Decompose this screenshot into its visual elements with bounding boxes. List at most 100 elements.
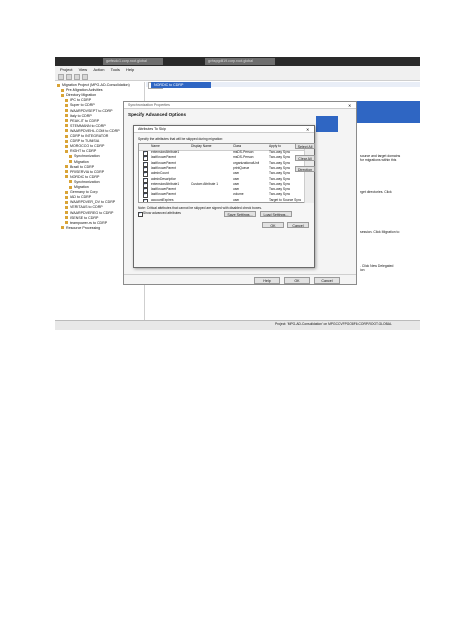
tree-item-label: Super to CDRP [70,103,95,108]
tree-item-label: Migration [74,185,89,189]
tree-item-label: WAARPDVSEPT to CDRP [70,108,113,113]
tree-item-label: IAD to CDRP [70,195,92,200]
pane-header: NORDIC to CDRP [151,82,211,88]
tree-item-label: WAARPDVEREG to CDRP [70,210,114,215]
dialog-title: Attributes To Skip [138,127,166,131]
table-row[interactable]: extensionAttribute1 msDS-Person Two-way Sy… [139,150,304,156]
tree-item-label: teampower-rs to CDRP [70,220,108,225]
column-header-apply-to[interactable]: Apply to [269,144,281,149]
cell-apply: Two-way Sync [269,187,291,192]
tree-item-label: PEAK-IT to CDRP [70,118,100,123]
direction-button[interactable]: Direction [295,166,315,172]
show-advanced-label: Show advanced attributes [143,211,181,215]
cell-apply: Two-way Sync [269,176,291,181]
cell-apply: Two-way Sync [269,192,291,197]
grid-scrollbar[interactable] [304,143,314,203]
cell-name: adminCount [151,171,169,176]
toolbar [55,73,420,81]
close-icon[interactable]: ✕ [306,126,309,133]
folder-icon [65,109,68,113]
table-row[interactable]: extensionAttribute1 Custom Attribute 1 use… [139,181,304,188]
close-icon[interactable]: ✕ [348,102,351,109]
folder-icon [65,98,68,102]
cell-cls: user [233,187,240,192]
cell-name: lastKnownParent [151,192,176,197]
cancel-button[interactable]: Cancel [287,222,309,228]
ok-button[interactable]: OK [262,222,284,228]
menu-action[interactable]: Action [93,66,104,73]
folder-icon [65,195,68,199]
column-header-class[interactable]: Class [233,144,241,149]
menu-project[interactable]: Project [60,66,72,73]
folder-icon [65,124,68,128]
session-tab-1[interactable]: gwfsvdc1.corp.root.global [103,58,163,65]
menu-view[interactable]: View [79,66,88,73]
dialog-titlebar: Attributes To Skip ✕ [134,126,314,133]
task-text: session. Click Migration to [360,230,400,234]
cell-name: lastKnownParent [151,165,176,170]
cell-apply: Two-way Sync [269,160,291,165]
table-row[interactable]: lastKnownParent user Two-way Sync [139,187,304,194]
tree-item[interactable]: Resource Processing [61,226,100,231]
table-row[interactable]: lastKnownParent volume Two-way Sync [139,192,304,199]
table-row[interactable]: adminDescription user Two-way Sync [139,176,304,183]
tree-item-label: Resource Processing [66,225,101,230]
cell-apply: Target to Source Sync [269,197,302,202]
cell-cls: user [233,171,240,176]
table-row[interactable]: lastKnownParent printQueue Two-way Sync [139,165,304,172]
tree-item-label: Pre-Migration Activities [66,88,103,93]
refresh-icon[interactable] [82,74,88,80]
task-text: ion [360,268,365,272]
table-row[interactable]: accountExpires user Target to Source Sync [139,197,304,202]
tree-item-label: WAARPDVEHL.COM to CDRP [70,128,120,133]
session-tab-2[interactable]: gvhspgdil19.corp.root.global [205,58,275,65]
menu-help[interactable]: Help [126,66,134,73]
dialog-heading: Specify Advanced Options [128,112,187,117]
folder-icon [65,129,68,133]
cell-cls: user [233,181,240,186]
cell-name: extensionAttribute1 [151,150,180,154]
cell-cls: volume [233,192,244,197]
row-checkbox[interactable] [143,198,148,202]
cell-display: Custom Attribute 1 [191,181,219,186]
table-row[interactable]: lastKnownParent msDS-Person Two-way Sync [139,155,304,162]
cell-name: accountExpires [151,197,174,202]
folder-icon [65,170,68,174]
load-settings-button[interactable]: Load Settings... [260,211,292,217]
tree-item-label: Italy to CDRP [70,113,92,118]
tree-item-label: NORDIC to CDRP [70,174,100,179]
dialog-description: Specify the attributes that will be skip… [138,137,224,141]
save-settings-button[interactable]: Save Settings... [224,211,256,217]
table-row[interactable]: adminCount user Two-way Sync [139,171,304,178]
folder-icon [65,200,68,204]
forward-icon[interactable] [66,74,72,80]
folder-icon [65,165,68,169]
menu-bar: Project View Action Tools Help [55,66,420,73]
cancel-button[interactable]: Cancel [314,277,340,284]
status-bar: Project: 'MPG-AD-Consolidation' on MPGCC… [55,320,420,330]
cell-apply: Two-way Sync [269,155,291,160]
folder-icon [65,139,68,143]
folder-icon [69,160,72,164]
back-icon[interactable] [58,74,64,80]
cell-name: adminDescription [151,176,177,181]
cell-name: lastKnownParent [151,160,176,165]
up-icon[interactable] [74,74,80,80]
tree-item-label: VERITAAS to CDRP [70,205,103,210]
tree-item-label: PRISERVIA to CDRP [70,169,105,174]
folder-icon [65,103,68,107]
screenshot-frame: gwfsvdc1.corp.root.global gvhspgdil19.co… [55,57,420,330]
table-row[interactable]: lastKnownParent organizationalUnit Two-way… [139,160,304,167]
tree-item-label: Brazil to CDRP [70,164,95,169]
ok-button[interactable]: OK [284,277,310,284]
tree-item-label: Migration [74,159,89,164]
folder-icon [69,180,72,184]
tree-item-label: Synchronization [74,154,100,159]
column-header-display-name[interactable]: Display Name [191,144,212,149]
clear-all-button[interactable]: Clear All [295,155,315,161]
column-header-name[interactable]: Name [151,144,160,149]
select-all-button[interactable]: Select All [295,143,315,149]
cell-cls: printQueue [233,165,250,170]
menu-tools[interactable]: Tools [111,66,120,73]
help-button[interactable]: Help [254,277,280,284]
